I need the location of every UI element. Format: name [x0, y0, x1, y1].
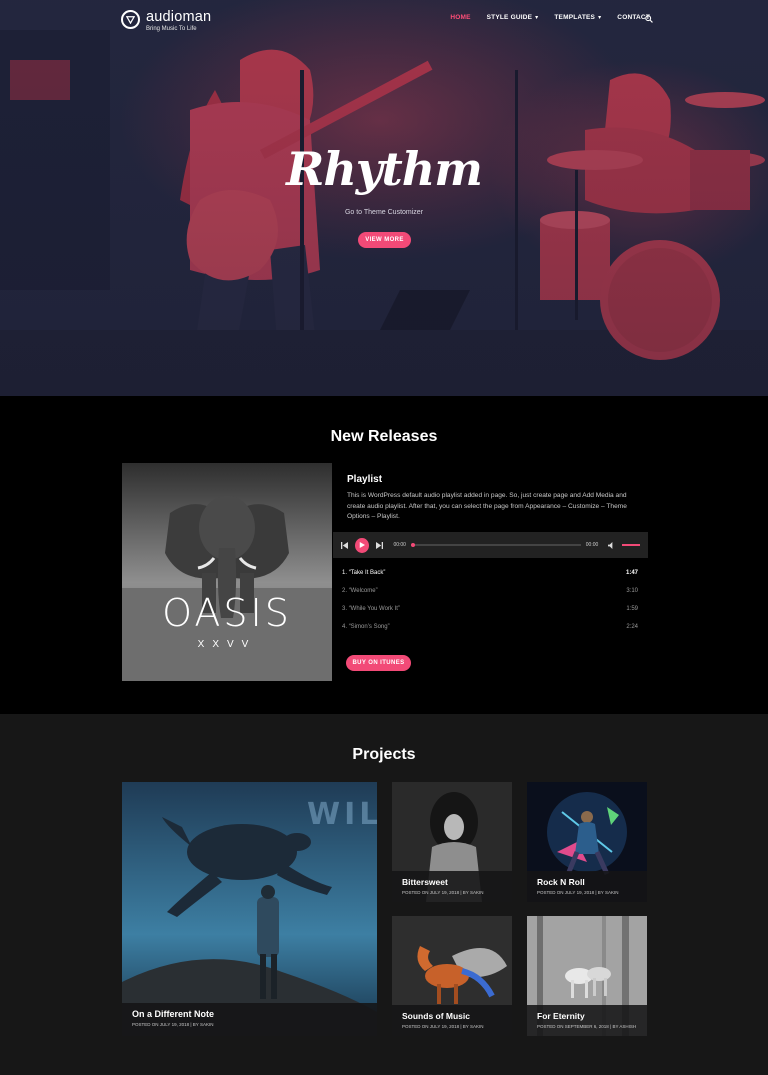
track-item[interactable]: 1. “Take It Back” 1:47 [333, 564, 648, 582]
project-meta-line: POSTED ON JULY 19, 2018 | BY SAKIN [402, 890, 484, 895]
hero-title: Rhythm [286, 142, 483, 196]
previous-track-icon[interactable] [341, 541, 349, 549]
wild-watermark-text: WIL [307, 797, 377, 832]
playlist-description: This is WordPress default audio playlist… [347, 492, 627, 520]
project-card-meta: Bittersweet POSTED ON JULY 19, 2018 | BY… [392, 871, 512, 902]
album-cover: OASIS XXVV [122, 463, 332, 681]
hero-overlay [0, 0, 768, 396]
project-card-meta: Rock N Roll POSTED ON JULY 19, 2018 | BY… [527, 871, 647, 902]
album-subtitle: XXVV [197, 639, 257, 650]
album-title: OASIS [162, 591, 292, 635]
project-meta-line: POSTED ON JULY 19, 2018 | BY SAKIN [537, 890, 619, 895]
current-time: 00:00 [393, 542, 406, 548]
logo-icon [121, 10, 140, 29]
turtle-image: WIL [122, 782, 377, 1036]
section-title-new-releases: New Releases [330, 428, 438, 445]
chevron-down-icon: ▾ [598, 15, 602, 21]
project-card-meta: Sounds of Music POSTED ON JULY 19, 2018 … [392, 1005, 512, 1036]
next-track-icon[interactable] [376, 541, 384, 549]
progress-bar[interactable] [410, 542, 581, 547]
project-title[interactable]: On a Different Note [132, 1009, 367, 1019]
nav-item-home[interactable]: HOME [450, 14, 470, 21]
project-title[interactable]: Bittersweet [402, 877, 502, 887]
project-meta-line: POSTED ON JULY 19, 2018 | BY SAKIN [132, 1022, 214, 1027]
site-logo[interactable]: audioman Bring Music To Life [121, 9, 211, 33]
section-title-projects: Projects [352, 746, 416, 763]
project-card[interactable]: Rock N Roll POSTED ON JULY 19, 2018 | BY… [527, 782, 647, 902]
audio-player: 00:00 00:00 [333, 532, 648, 558]
chevron-down-icon: ▾ [535, 15, 539, 21]
project-title[interactable]: Rock N Roll [537, 877, 637, 887]
volume-icon[interactable] [608, 541, 615, 549]
project-card[interactable]: WIL On a Different Note POSTED ON JULY 1… [122, 782, 377, 1036]
nav-item-templates[interactable]: TEMPLATES ▾ [554, 14, 601, 21]
hero-subtitle[interactable]: Go to Theme Customizer [0, 209, 768, 216]
new-releases-section: New Releases OASIS XXVV Playlist This is… [0, 396, 768, 714]
total-time: 00:00 [585, 542, 599, 548]
site-name: audioman [146, 9, 212, 25]
hero-banner: audioman Bring Music To Life HOME STYLE … [0, 0, 768, 396]
track-item[interactable]: 4. “Simon’s Song” 2:24 [333, 618, 648, 636]
view-more-button[interactable]: VIEW MORE [358, 232, 411, 248]
search-icon[interactable] [645, 15, 653, 23]
project-card[interactable]: Bittersweet POSTED ON JULY 19, 2018 | BY… [392, 782, 512, 902]
track-item[interactable]: 3. “While You Work It” 1:59 [333, 600, 648, 618]
main-nav: HOME STYLE GUIDE ▾ TEMPLATES ▾ CONTACT [450, 14, 650, 21]
project-meta-line: POSTED ON SEPTEMBER 6, 2018 | BY ASHISH [537, 1024, 637, 1029]
site-header: audioman Bring Music To Life HOME STYLE … [0, 0, 768, 38]
project-card[interactable]: For Eternity POSTED ON SEPTEMBER 6, 2018… [527, 916, 647, 1036]
project-meta-line: POSTED ON JULY 19, 2018 | BY SAKIN [402, 1024, 484, 1029]
site-tagline: Bring Music To Life [146, 26, 197, 32]
playlist-info: Playlist This is WordPress default audio… [347, 474, 647, 523]
playlist-title: Playlist [347, 474, 383, 485]
project-card-meta: For Eternity POSTED ON SEPTEMBER 6, 2018… [527, 1005, 647, 1036]
track-item[interactable]: 2. “Welcome” 3:10 [333, 582, 648, 600]
track-list: 1. “Take It Back” 1:47 2. “Welcome” 3:10… [333, 564, 648, 636]
play-icon [359, 542, 366, 548]
volume-slider[interactable] [621, 544, 640, 546]
project-card[interactable]: Sounds of Music POSTED ON JULY 19, 2018 … [392, 916, 512, 1036]
projects-section: Projects WIL On a Different Note POSTED … [0, 714, 768, 1075]
project-title[interactable]: Sounds of Music [402, 1011, 502, 1021]
nav-item-style-guide[interactable]: STYLE GUIDE ▾ [487, 14, 539, 21]
buy-on-itunes-button[interactable]: BUY ON ITUNES [346, 655, 411, 671]
project-card-meta: On a Different Note POSTED ON JULY 19, 2… [122, 1003, 377, 1036]
project-title[interactable]: For Eternity [537, 1011, 637, 1021]
play-button[interactable] [355, 537, 370, 553]
